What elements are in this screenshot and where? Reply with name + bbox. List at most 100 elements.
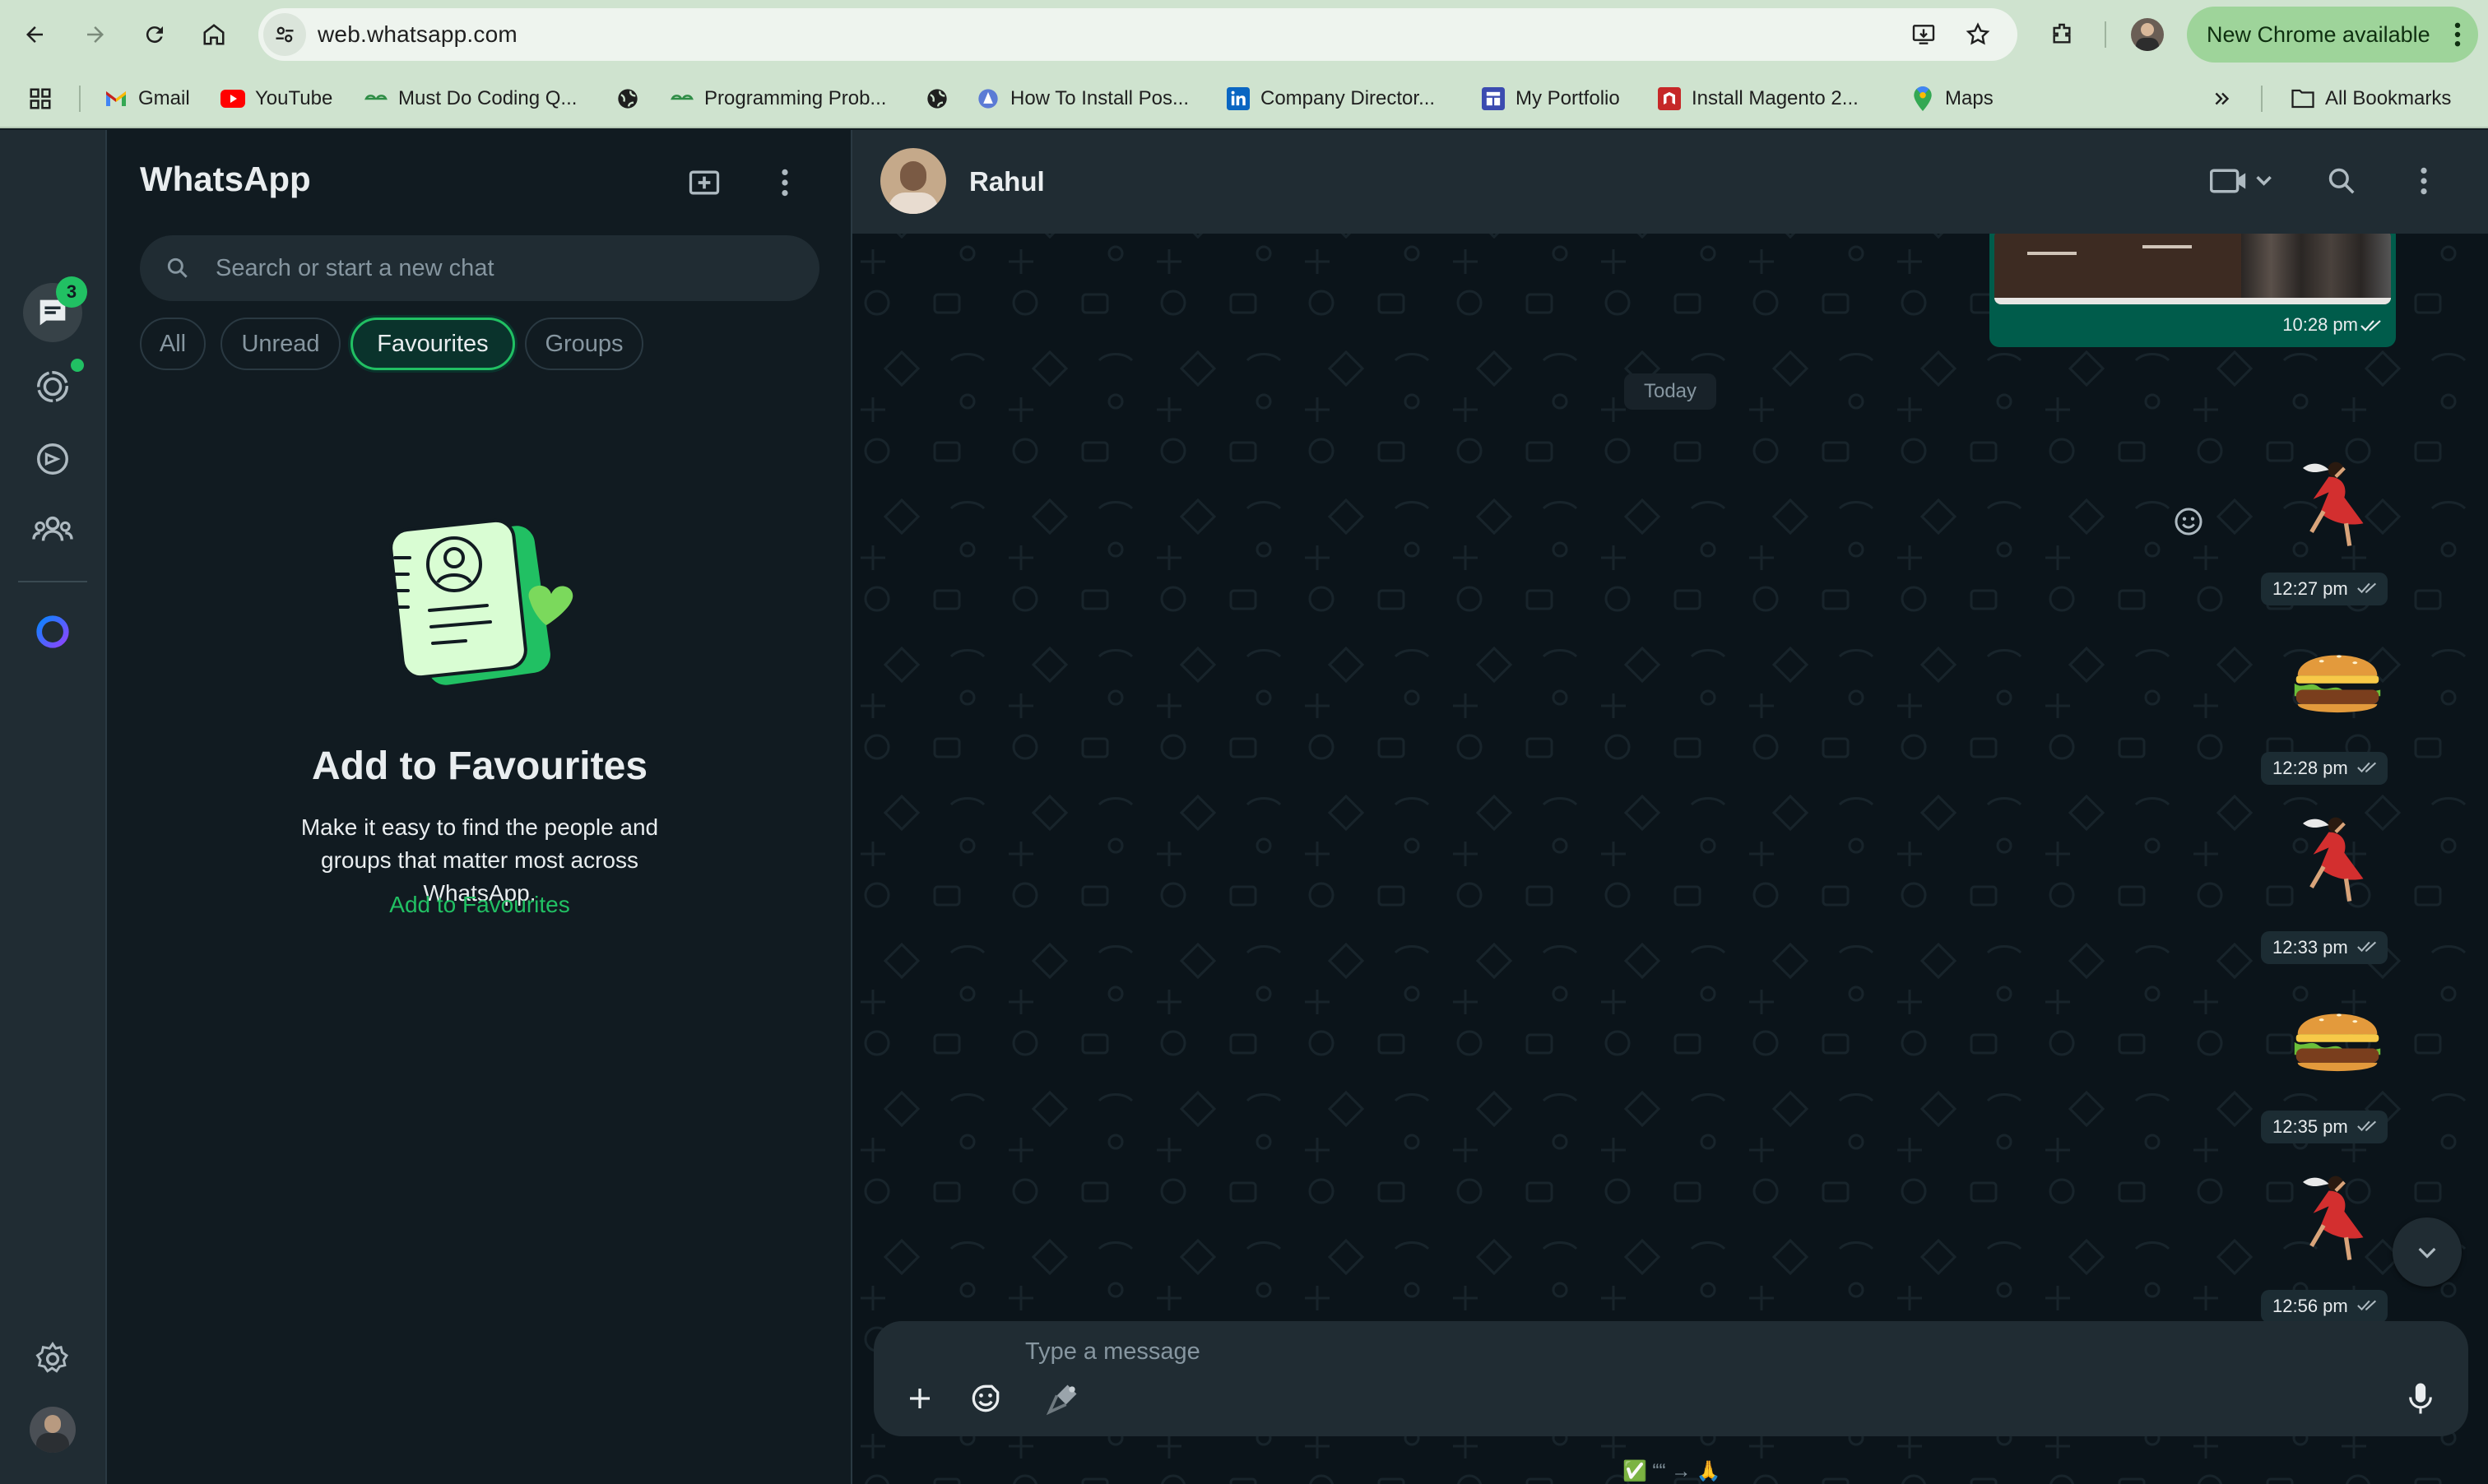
filter-unread[interactable]: Unread <box>220 318 341 370</box>
filter-groups[interactable]: Groups <box>525 318 643 370</box>
menu-button[interactable] <box>759 156 811 209</box>
message-time: 12:28 pm <box>2272 758 2348 778</box>
home-button[interactable] <box>193 13 235 56</box>
dancing-woman-sticker[interactable] <box>2286 451 2389 554</box>
search-icon <box>2328 168 2355 194</box>
bookmark-how-to-install[interactable]: How To Install Pos... <box>976 69 1189 128</box>
bookmark-install-magento[interactable]: Install Magento 2... <box>1657 69 1859 128</box>
new-chrome-label: New Chrome available <box>2207 22 2430 47</box>
favourites-illustration <box>362 508 576 689</box>
double-check-icon <box>2356 582 2376 594</box>
bookmark-maps[interactable]: Maps <box>1910 69 1994 128</box>
meta-ai-icon <box>36 615 69 648</box>
sticker-time: 12:27 pm <box>2261 573 2388 605</box>
bookmark-youtube[interactable]: YouTube <box>220 69 332 128</box>
sticker-time: 12:33 pm <box>2261 931 2388 964</box>
new-chrome-available-button[interactable]: New Chrome available <box>2187 7 2478 63</box>
profile-avatar[interactable] <box>30 1407 76 1453</box>
bookmark-programming-prob[interactable]: Programming Prob... <box>670 69 886 128</box>
burger-sticker[interactable] <box>2286 985 2389 1089</box>
bookmark-star-button[interactable] <box>1960 16 1996 53</box>
bookmark-my-portfolio[interactable]: My Portfolio <box>1481 69 1620 128</box>
forward-button[interactable] <box>74 13 117 56</box>
sticker-time: 12:35 pm <box>2261 1111 2388 1143</box>
message-image[interactable] <box>1994 234 2391 304</box>
bookmark-company-director[interactable]: Company Director... <box>1226 69 1435 128</box>
star-icon <box>1966 22 1990 45</box>
attach-button[interactable] <box>894 1372 946 1425</box>
url-text[interactable]: web.whatsapp.com <box>318 8 518 61</box>
voice-message-button[interactable] <box>2394 1372 2447 1425</box>
all-bookmarks-button[interactable]: All Bookmarks <box>2291 69 2451 128</box>
message-input[interactable] <box>1025 1331 2259 1372</box>
contact-avatar[interactable] <box>880 148 946 214</box>
voice-emoji-button[interactable] <box>1037 1372 1089 1425</box>
reload-button[interactable] <box>133 13 176 56</box>
bookmark-globe-2[interactable] <box>925 69 959 128</box>
bookmark-must-do-coding[interactable]: Must Do Coding Q... <box>364 69 577 128</box>
video-call-button[interactable] <box>2202 155 2284 207</box>
conversation-menu-button[interactable] <box>2397 155 2450 207</box>
sticker-icon <box>972 1384 1000 1412</box>
scroll-to-bottom-button[interactable] <box>2393 1217 2462 1287</box>
new-chat-icon <box>689 170 720 195</box>
new-status-dot <box>71 359 84 372</box>
linkedin-icon <box>1226 86 1251 111</box>
bookmark-gmail[interactable]: Gmail <box>104 69 190 128</box>
puzzle-icon <box>2053 23 2071 44</box>
contact-card-heart-icon <box>389 518 573 685</box>
double-check-icon <box>2356 1120 2376 1132</box>
reload-icon <box>146 26 163 44</box>
bookmark-label: Maps <box>1945 87 1994 109</box>
extensions-button[interactable] <box>2040 13 2083 56</box>
tune-icon <box>276 26 294 43</box>
meta-ai-button[interactable] <box>23 602 82 661</box>
more-vert-icon <box>782 169 788 197</box>
profile-avatar[interactable] <box>2131 18 2164 51</box>
geeksforgeeks-icon <box>670 86 694 111</box>
message-time: 10:28 pm <box>2282 314 2358 335</box>
back-button[interactable] <box>13 13 56 56</box>
message-composer <box>874 1321 2468 1436</box>
bookmarks-divider <box>79 86 81 112</box>
search-input[interactable] <box>216 235 791 301</box>
search-messages-button[interactable] <box>2315 155 2368 207</box>
filter-all[interactable]: All <box>140 318 206 370</box>
channels-nav-button[interactable] <box>23 429 82 489</box>
settings-nav-button[interactable] <box>23 1329 82 1389</box>
dancing-woman-sticker[interactable] <box>2286 806 2389 910</box>
toolbar-divider <box>2105 21 2106 48</box>
bookmark-globe-1[interactable] <box>615 69 650 128</box>
contact-name[interactable]: Rahul <box>969 166 1045 197</box>
empty-state-title: Add to Favourites <box>311 744 648 788</box>
apps-button[interactable] <box>28 69 53 128</box>
address-bar[interactable]: web.whatsapp.com <box>258 8 2017 61</box>
message-time: 12:33 pm <box>2272 937 2348 958</box>
burger-sticker[interactable] <box>2286 627 2389 730</box>
dancing-woman-sticker[interactable] <box>2286 1165 2389 1268</box>
double-check-icon <box>2356 762 2376 773</box>
new-chat-button[interactable] <box>678 156 731 209</box>
arrow-right-icon <box>87 26 104 43</box>
sticker-button[interactable] <box>959 1372 1012 1425</box>
double-check-icon <box>2356 941 2376 953</box>
image-message[interactable]: 10:28 pm <box>1989 234 2396 347</box>
arrow-left-icon <box>26 26 43 43</box>
channels-icon <box>37 443 68 475</box>
add-to-favourites-link[interactable]: Add to Favourites <box>107 892 852 918</box>
bookmarks-divider <box>2261 86 2263 112</box>
site-info-button[interactable] <box>263 13 306 56</box>
sticker-time: 12:56 pm <box>2261 1290 2388 1323</box>
portfolio-icon <box>1481 86 1506 111</box>
message-time: 12:27 pm <box>2272 578 2348 599</box>
more-bookmarks-button[interactable] <box>2212 69 2233 128</box>
filter-favourites[interactable]: Favourites <box>350 318 515 370</box>
rail-divider <box>18 581 87 582</box>
communities-nav-button[interactable] <box>23 500 82 559</box>
conversation-header[interactable]: Rahul <box>852 130 2488 234</box>
smiley-icon <box>2175 508 2203 536</box>
install-app-button[interactable] <box>1905 16 1942 53</box>
video-camera-icon <box>2210 169 2272 193</box>
double-check-icon <box>2356 1300 2376 1311</box>
react-emoji-button[interactable] <box>2172 505 2205 538</box>
